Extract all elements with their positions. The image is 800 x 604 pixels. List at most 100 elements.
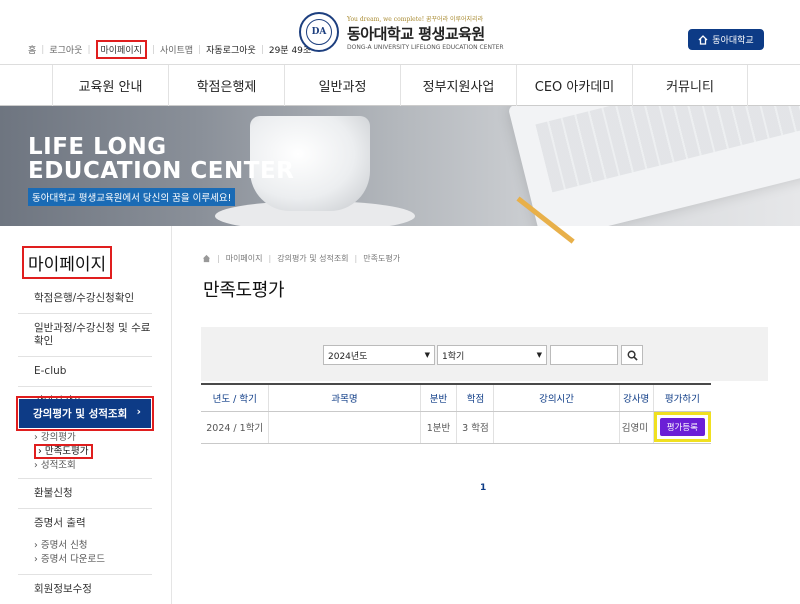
submenu-label: 성적조회 bbox=[40, 460, 76, 471]
sidebar-item-evaluation-grades[interactable]: 강의평가 및 성적조회 › bbox=[19, 399, 151, 428]
search-icon bbox=[627, 350, 638, 361]
chevron-down-icon: ▼ bbox=[424, 351, 430, 359]
home-icon[interactable] bbox=[202, 254, 211, 263]
column-header-class: 분반 bbox=[419, 383, 457, 412]
sidebar-active-highlight: 강의평가 및 성적조회 › bbox=[16, 396, 154, 431]
sidebar-item-eclub[interactable]: E-club bbox=[18, 357, 152, 387]
submenu-active-highlight: › 만족도평가 bbox=[34, 444, 93, 459]
cell-action: 평가등록 bbox=[652, 411, 711, 444]
submenu-item-certificate-request[interactable]: › 증명서 신청 bbox=[18, 539, 152, 553]
main-navigation: 교육원 안내 학점은행제 일반과정 정부지원사업 CEO 아카데미 커뮤니티 bbox=[0, 64, 800, 106]
logo-tagline: You dream, we complete! 꿈꾸어라 이루어지리라 bbox=[347, 15, 484, 23]
search-input[interactable] bbox=[550, 345, 618, 365]
banner-slogan: 동아대학교 평생교육원에서 당신의 꿈을 이루세요! bbox=[28, 188, 236, 206]
search-panel: 2024년도 ▼ 1학기 ▼ bbox=[201, 327, 768, 381]
divider: | bbox=[87, 44, 91, 55]
cell-class: 1분반 bbox=[419, 411, 457, 444]
cell-credit: 3 학점 bbox=[456, 411, 494, 444]
sidebar: 마이페이지 학점은행/수강신청확인 일반과정/수강신청 및 수료확인 E-clu… bbox=[0, 226, 172, 604]
column-header-action: 평가하기 bbox=[652, 383, 711, 412]
sidebar-title: 마이페이지 bbox=[22, 246, 113, 279]
logout-link[interactable]: 로그아웃 bbox=[49, 43, 82, 56]
divider: | bbox=[268, 254, 272, 263]
sidebar-item-refund[interactable]: 환불신청 bbox=[18, 479, 152, 509]
sidebar-submenu: › 강의평가 › 만족도평가 › 성적조회 bbox=[18, 431, 152, 473]
logo-name: 동아대학교 평생교육원 bbox=[347, 24, 485, 43]
submenu-item-satisfaction[interactable]: › 만족도평가 bbox=[18, 444, 152, 459]
column-header-time: 강의시간 bbox=[493, 383, 620, 412]
table-header-row: 년도 / 학기 과목명 분반 학점 강의시간 강사명 평가하기 bbox=[201, 383, 711, 412]
column-header-credit: 학점 bbox=[456, 383, 494, 412]
sidebar-item-credit-bank-enrollment[interactable]: 학점은행/수강신청확인 bbox=[18, 284, 152, 314]
divider: | bbox=[198, 44, 202, 55]
sidebar-item-member-info[interactable]: 회원정보수정 bbox=[18, 575, 152, 604]
term-select[interactable]: 1학기 ▼ bbox=[437, 345, 547, 365]
register-evaluation-button[interactable]: 평가등록 bbox=[659, 418, 705, 436]
logo-english-name: DONG-A UNIVERSITY LIFELONG EDUCATION CEN… bbox=[347, 43, 504, 51]
banner-title: LIFE LONG EDUCATION CENTER bbox=[28, 135, 294, 183]
university-seal-icon: DA bbox=[299, 12, 339, 52]
eval-button-highlight: 평가등록 bbox=[653, 412, 711, 442]
cell-time bbox=[493, 411, 620, 444]
sidebar-item-certificate[interactable]: 증명서 출력 bbox=[18, 509, 152, 538]
sidebar-active-group: 강의평가 및 성적조회 › bbox=[16, 396, 154, 431]
nav-item-about[interactable]: 교육원 안내 bbox=[52, 65, 168, 106]
nav-item-general-course[interactable]: 일반과정 bbox=[284, 65, 400, 106]
logo-text: You dream, we complete! 꿈꾸어라 이루어지리라 동아대학… bbox=[347, 14, 504, 51]
table-row: 2024 / 1학기 1분반 3 학점 김영미 평가등록 bbox=[201, 411, 711, 444]
breadcrumb-item[interactable]: 강의평가 및 성적조회 bbox=[277, 253, 348, 264]
page: 홈 | 로그아웃 | 마이페이지 | 사이트맵 | 자동로그아웃 | 29분 4… bbox=[0, 0, 800, 604]
submenu-label: 증명서 신청 bbox=[40, 540, 88, 551]
chevron-right-icon: › bbox=[136, 406, 141, 418]
cell-term: 2024 / 1학기 bbox=[201, 411, 269, 444]
banner-title-line-2: EDUCATION CENTER bbox=[28, 158, 295, 184]
submenu-label: 만족도평가 bbox=[44, 446, 89, 457]
cell-subject bbox=[268, 411, 421, 444]
year-select-value: 2024년도 bbox=[328, 351, 368, 362]
house-icon bbox=[698, 34, 708, 45]
university-home-label: 동아대학교 bbox=[712, 36, 754, 46]
utility-bar: 홈 | 로그아웃 | 마이페이지 | 사이트맵 | 자동로그아웃 | 29분 4… bbox=[28, 40, 311, 59]
evaluation-table: 년도 / 학기 과목명 분반 학점 강의시간 강사명 평가하기 2024 / 1… bbox=[201, 383, 711, 444]
nav-item-community[interactable]: 커뮤니티 bbox=[632, 65, 748, 106]
seal-letters: DA bbox=[306, 19, 332, 45]
nav-item-government-support[interactable]: 정부지원사업 bbox=[400, 65, 516, 106]
sidebar-item-general-course-enrollment[interactable]: 일반과정/수강신청 및 수료확인 bbox=[18, 314, 152, 357]
cell-teacher: 김영미 bbox=[618, 411, 654, 444]
banner-title-line-1: LIFE LONG bbox=[28, 134, 167, 160]
mypage-link[interactable]: 마이페이지 bbox=[95, 40, 147, 59]
term-select-value: 1학기 bbox=[442, 351, 465, 362]
breadcrumb-item[interactable]: 마이페이지 bbox=[226, 253, 263, 264]
divider: | bbox=[354, 254, 358, 263]
chevron-down-icon: ▼ bbox=[536, 351, 542, 359]
divider: | bbox=[41, 44, 45, 55]
pagination-current-page[interactable]: 1 bbox=[480, 483, 486, 493]
sidebar-certificate-submenu: › 증명서 신청 › 증명서 다운로드 bbox=[18, 539, 152, 567]
column-header-subject: 과목명 bbox=[268, 383, 421, 412]
nav-item-credit-bank[interactable]: 학점은행제 bbox=[168, 65, 284, 106]
divider: | bbox=[260, 44, 264, 55]
auto-logout-label: 자동로그아웃 bbox=[206, 46, 256, 56]
sidebar-menu-3: 회원정보수정 bbox=[18, 574, 152, 604]
search-button[interactable] bbox=[621, 345, 643, 365]
divider: | bbox=[217, 254, 220, 263]
university-home-button[interactable]: 동아대학교 bbox=[688, 29, 764, 50]
breadcrumb: | 마이페이지 | 강의평가 및 성적조회 | 만족도평가 bbox=[202, 253, 400, 264]
divider: | bbox=[151, 44, 155, 55]
sidebar-menu-2: 환불신청 증명서 출력 bbox=[18, 478, 152, 538]
breadcrumb-current: 만족도평가 bbox=[363, 254, 401, 263]
column-header-term: 년도 / 학기 bbox=[201, 383, 269, 412]
submenu-item-lecture-evaluation[interactable]: › 강의평가 bbox=[18, 431, 152, 445]
year-select[interactable]: 2024년도 ▼ bbox=[323, 345, 435, 365]
sitemap-link[interactable]: 사이트맵 bbox=[160, 43, 193, 56]
submenu-item-grades[interactable]: › 성적조회 bbox=[18, 459, 152, 473]
nav-item-ceo-academy[interactable]: CEO 아카데미 bbox=[516, 65, 632, 106]
submenu-label: 강의평가 bbox=[40, 432, 76, 443]
column-header-teacher: 강사명 bbox=[618, 383, 654, 412]
submenu-label: 증명서 다운로드 bbox=[40, 554, 106, 565]
submenu-item-certificate-download[interactable]: › 증명서 다운로드 bbox=[18, 553, 152, 567]
site-logo[interactable]: DA You dream, we complete! 꿈꾸어라 이루어지리라 동… bbox=[299, 12, 504, 52]
sidebar-item-evaluation-grades-label: 강의평가 및 성적조회 bbox=[33, 408, 128, 420]
page-title: 만족도평가 bbox=[203, 280, 285, 301]
home-link[interactable]: 홈 bbox=[28, 43, 36, 56]
